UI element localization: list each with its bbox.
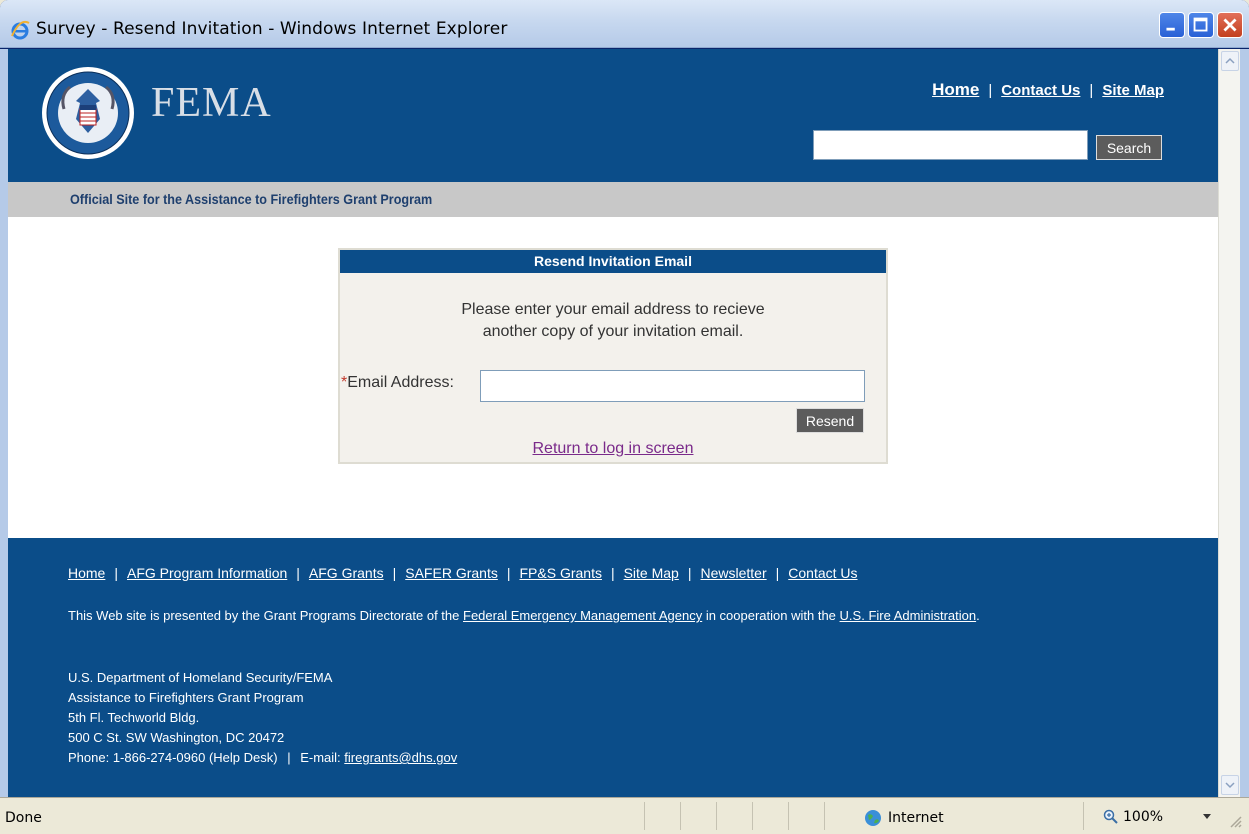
footer-separator: | [392, 565, 397, 581]
footer-link-afg-grants[interactable]: AFG Grants [309, 565, 384, 581]
status-cell [788, 802, 824, 830]
statement-text: This Web site is presented by the Grant … [68, 608, 460, 623]
footer-link-newsletter[interactable]: Newsletter [700, 565, 766, 581]
email-link[interactable]: firegrants@dhs.gov [344, 750, 457, 765]
search-input[interactable] [813, 130, 1088, 160]
footer-separator: | [114, 565, 118, 581]
minimize-icon [1166, 27, 1175, 31]
footer-separator: | [296, 565, 300, 581]
email-field[interactable] [480, 370, 865, 402]
email-label-text: Email Address: [347, 374, 454, 391]
instruction-line-2: another copy of your invitation email. [482, 323, 744, 340]
window-left-border [0, 49, 8, 797]
status-cell [824, 802, 860, 830]
email-field-label: *Email Address: [341, 374, 454, 392]
zoom-dropdown-icon[interactable] [1203, 814, 1211, 819]
chevron-up-icon [1225, 57, 1235, 64]
footer-separator: | [775, 565, 780, 581]
security-zone[interactable]: Internet [864, 809, 944, 827]
phone-text: Phone: 1-866-274-0960 (Help Desk) [68, 750, 278, 765]
minimize-button[interactable] [1159, 12, 1185, 38]
status-bar: Done Internet 100% [0, 797, 1249, 834]
footer-nav: Home | AFG Program Information | AFG Grants |… [68, 565, 858, 581]
zone-label: Internet [888, 810, 944, 826]
panel-instructions: Please enter your email address to recie… [340, 299, 886, 343]
window-right-border [1240, 49, 1249, 797]
status-divider [1083, 802, 1084, 830]
footer-link-afg-program-info[interactable]: AFG Program Information [127, 565, 287, 581]
address-line: Assistance to Firefighters Grant Program [68, 690, 304, 705]
footer-address: U.S. Department of Homeland Security/FEM… [68, 668, 457, 768]
email-label: E-mail: [300, 750, 341, 765]
status-cell [752, 802, 788, 830]
maximize-icon [1193, 17, 1208, 32]
nav-separator: | [988, 82, 993, 99]
panel-title: Resend Invitation Email [340, 250, 886, 273]
scroll-down-button[interactable] [1221, 775, 1239, 795]
dhs-seal-logo [42, 67, 134, 159]
globe-icon [865, 810, 881, 826]
footer-link-home[interactable]: Home [68, 565, 105, 581]
footer-separator: | [687, 565, 692, 581]
resize-grip-icon[interactable] [1228, 814, 1242, 828]
nav-home-link[interactable]: Home [932, 80, 979, 99]
status-text: Done [5, 810, 42, 826]
nav-separator: | [1089, 82, 1094, 99]
window-controls [1159, 12, 1243, 38]
status-cells [644, 802, 860, 830]
site-tagline: Official Site for the Assistance to Fire… [70, 191, 433, 207]
site-header: FEMA Home | Contact Us | Site Map Search [8, 49, 1218, 182]
window-title: Survey - Resend Invitation - Windows Int… [36, 19, 508, 39]
footer-separator: | [287, 750, 291, 765]
zoom-control[interactable]: 100% [1103, 809, 1163, 825]
page-viewport: FEMA Home | Contact Us | Site Map Search Off… [8, 49, 1218, 797]
resend-invitation-panel: Resend Invitation Email Please enter you… [338, 248, 888, 464]
tagline-bar: Official Site for the Assistance to Fire… [8, 182, 1218, 217]
chevron-down-icon [1225, 782, 1235, 789]
close-button[interactable] [1217, 12, 1243, 38]
zoom-icon [1103, 809, 1118, 824]
fema-link[interactable]: Federal Emergency Management Agency [463, 608, 702, 623]
status-cell [644, 802, 680, 830]
footer-link-site-map[interactable]: Site Map [624, 565, 679, 581]
browser-window: Survey - Resend Invitation - Windows Int… [0, 0, 1249, 834]
address-line: U.S. Department of Homeland Security/FEM… [68, 670, 333, 685]
footer-link-safer-grants[interactable]: SAFER Grants [405, 565, 498, 581]
footer-link-contact-us[interactable]: Contact Us [788, 565, 857, 581]
search-button[interactable]: Search [1096, 135, 1162, 160]
close-icon [1223, 18, 1237, 32]
footer-separator: | [610, 565, 615, 581]
address-line: 500 C St. SW Washington, DC 20472 [68, 730, 285, 745]
maximize-button[interactable] [1188, 12, 1214, 38]
ie-icon [11, 20, 30, 40]
fema-logo-text: FEMA [151, 80, 272, 126]
instruction-line-1: Please enter your email address to recie… [461, 301, 765, 318]
site-footer: Home | AFG Program Information | AFG Grants |… [8, 538, 1218, 797]
vertical-scrollbar[interactable] [1218, 49, 1240, 797]
scroll-up-button[interactable] [1221, 51, 1239, 71]
status-cell [680, 802, 716, 830]
footer-statement: This Web site is presented by the Grant … [68, 606, 1128, 626]
return-to-login-link[interactable]: Return to log in screen [340, 440, 886, 458]
statement-text: in cooperation with the [705, 608, 836, 623]
zoom-level: 100% [1123, 809, 1164, 825]
contact-line: Phone: 1-866-274-0960 (Help Desk) | E-ma… [68, 748, 457, 768]
status-cell [716, 802, 752, 830]
resend-button[interactable]: Resend [796, 408, 864, 433]
footer-link-fps-grants[interactable]: FP&S Grants [519, 565, 601, 581]
usfa-link[interactable]: U.S. Fire Administration [840, 608, 977, 623]
address-line: 5th Fl. Techworld Bldg. [68, 710, 200, 725]
nav-sitemap-link[interactable]: Site Map [1102, 82, 1164, 99]
nav-contact-link[interactable]: Contact Us [1001, 82, 1080, 99]
statement-text: . [976, 608, 980, 623]
top-nav: Home | Contact Us | Site Map [932, 80, 1164, 100]
title-bar: Survey - Resend Invitation - Windows Int… [0, 0, 1249, 48]
footer-separator: | [506, 565, 511, 581]
